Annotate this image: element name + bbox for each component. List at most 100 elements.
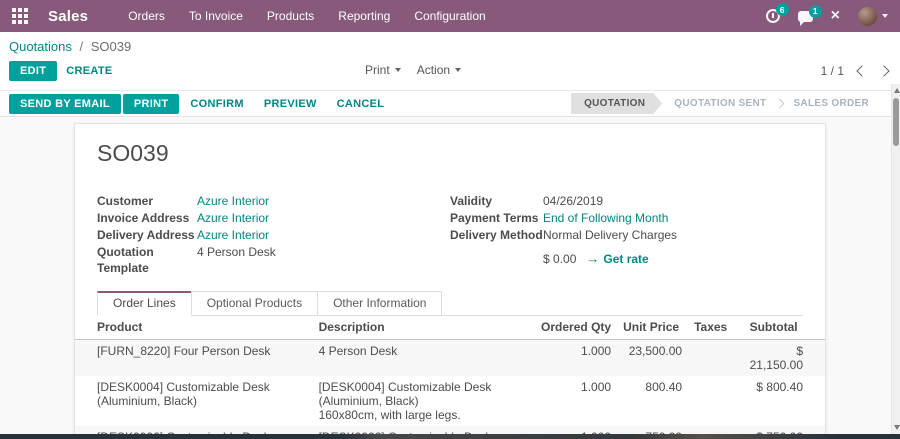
user-menu[interactable] (858, 6, 888, 26)
action-dropdown[interactable]: Action (416, 63, 462, 77)
validity-label: Validity (450, 194, 493, 208)
user-avatar (858, 6, 877, 26)
customer-value[interactable]: Azure Interior (197, 193, 269, 209)
tab-optional-products[interactable]: Optional Products (190, 291, 319, 315)
delivery-address-label: Delivery Address (97, 228, 195, 242)
description-line1: [DESK0004] Customizable Desk (Aluminium,… (318, 380, 492, 408)
get-rate-label: Get rate (603, 251, 649, 266)
chevron-down-icon (455, 68, 462, 72)
taskbar-edge (0, 434, 900, 439)
right-arrow-icon (586, 251, 599, 266)
sales-app-window: Sales Orders To Invoice Products Reporti… (0, 0, 900, 439)
breadcrumb-separator: / (79, 39, 84, 54)
pager-counter: 1 / 1 (820, 64, 844, 78)
scroll-down-arrow-icon[interactable] (894, 425, 900, 430)
cell-taxes (688, 340, 743, 377)
form-view: SO039 Customer Azure Interior Invoice Ad… (0, 117, 900, 439)
cell-subtotal: $ 800.40 (756, 380, 803, 394)
payment-terms-value[interactable]: End of Following Month (543, 210, 668, 226)
cell-unit-price: 800.40 (645, 380, 683, 394)
edit-button[interactable]: EDIT (9, 61, 58, 81)
page-title: SO039 (97, 140, 169, 166)
payment-terms-label: Payment Terms (450, 211, 539, 225)
cell-description: 4 Person Desk (313, 340, 535, 377)
cell-product: [FURN_8220] Four Person Desk (97, 344, 271, 358)
vertical-scrollbar[interactable] (891, 84, 900, 434)
print-dropdown[interactable]: Print (365, 63, 401, 77)
header-ordered-qty[interactable]: Ordered Qty (535, 316, 618, 340)
top-menu: Orders To Invoice Products Reporting Con… (116, 0, 498, 32)
breadcrumb: Quotations / SO039 (0, 32, 900, 56)
right-field-group: Validity 04/26/2019 Payment Terms End of… (450, 193, 803, 277)
print-dropdown-label: Print (365, 63, 390, 77)
description-line1: 4 Person Desk (318, 344, 398, 358)
status-step-quotation[interactable]: QUOTATION (571, 93, 662, 114)
get-rate-button[interactable]: Get rate (586, 251, 648, 266)
messages-button[interactable]: 1 (797, 4, 822, 26)
validity-value: 04/26/2019 (543, 194, 604, 208)
notebook-tabs: Order Lines Optional Products Other Info… (97, 291, 803, 316)
tab-order-lines[interactable]: Order Lines (97, 291, 192, 316)
document-sheet: SO039 Customer Azure Interior Invoice Ad… (74, 123, 826, 439)
print-button[interactable]: PRINT (122, 93, 180, 114)
cell-qty: 1.000 (581, 344, 612, 358)
create-button[interactable]: CREATE (57, 61, 121, 81)
cell-product: [DESK0004] Customizable Desk (Aluminium,… (97, 380, 270, 408)
tab-other-information[interactable]: Other Information (317, 291, 443, 315)
chevron-down-icon (882, 14, 888, 18)
table-header-row: Product Description Ordered Qty Unit Pri… (75, 316, 825, 340)
chevron-down-icon (394, 68, 401, 72)
header-product[interactable]: Product (75, 316, 313, 340)
quotation-template-value: 4 Person Desk (197, 245, 276, 259)
preview-button[interactable]: PREVIEW (255, 94, 326, 114)
confirm-button[interactable]: CONFIRM (181, 94, 252, 114)
cell-qty: 1.000 (581, 380, 612, 394)
send-by-email-button[interactable]: SEND BY EMAIL (9, 93, 121, 114)
statusbar: SEND BY EMAIL PRINT CONFIRM PREVIEW CANC… (0, 90, 900, 117)
customer-label: Customer (97, 194, 154, 208)
breadcrumb-current: SO039 (90, 39, 132, 54)
quotation-template-label: Quotation Template (97, 245, 154, 275)
table-row[interactable]: [FURN_8220] Four Person Desk 4 Person De… (75, 339, 825, 377)
pager-next-button[interactable] (878, 65, 890, 77)
delivery-method-value: Normal Delivery Charges (543, 228, 678, 242)
tools-x-icon[interactable]: × (831, 8, 840, 24)
left-field-group: Customer Azure Interior Invoice Address … (97, 193, 450, 277)
cell-taxes (688, 376, 743, 426)
header-subtotal[interactable]: Subtotal (743, 316, 825, 340)
top-navbar: Sales Orders To Invoice Products Reporti… (0, 0, 900, 32)
pager-previous-button[interactable] (856, 65, 868, 77)
activity-count-badge: 6 (775, 3, 789, 16)
order-lines-table: Product Description Ordered Qty Unit Pri… (75, 316, 825, 439)
status-step-quotation-sent[interactable]: QUOTATION SENT (662, 93, 779, 114)
header-taxes[interactable]: Taxes (688, 316, 744, 340)
app-name[interactable]: Sales (48, 8, 88, 25)
delivery-method-label: Delivery Method (450, 228, 543, 242)
cell-unit-price: 23,500.00 (628, 344, 683, 358)
cancel-button[interactable]: CANCEL (328, 94, 394, 114)
scroll-up-arrow-icon[interactable] (894, 88, 900, 93)
control-panel: Quotations / SO039 EDIT CREATE Print Act… (0, 32, 900, 90)
description-line2: 160x80cm, with large legs. (318, 408, 461, 422)
apps-menu-icon[interactable] (12, 8, 28, 24)
menu-orders[interactable]: Orders (116, 0, 177, 32)
menu-reporting[interactable]: Reporting (326, 0, 402, 32)
menu-to-invoice[interactable]: To Invoice (177, 0, 255, 32)
scrollbar-thumb[interactable] (893, 98, 899, 146)
status-step-sales-order[interactable]: SALES ORDER (781, 93, 881, 114)
cell-description: [DESK0004] Customizable Desk (Aluminium,… (313, 376, 535, 426)
invoice-address-value[interactable]: Azure Interior (197, 210, 269, 226)
cell-subtotal: $ 21,150.00 (749, 344, 803, 372)
action-dropdown-label: Action (416, 63, 451, 77)
menu-configuration[interactable]: Configuration (402, 0, 497, 32)
invoice-address-label: Invoice Address (97, 211, 190, 225)
table-row[interactable]: [DESK0004] Customizable Desk (Aluminium,… (75, 376, 825, 426)
message-count-badge: 1 (808, 4, 822, 18)
header-unit-price[interactable]: Unit Price (617, 316, 689, 340)
header-description[interactable]: Description (312, 316, 536, 340)
delivery-address-value[interactable]: Azure Interior (197, 227, 269, 243)
menu-products[interactable]: Products (255, 0, 326, 32)
breadcrumb-quotations[interactable]: Quotations (9, 39, 72, 54)
activities-button[interactable]: 6 (765, 3, 789, 23)
status-steps: QUOTATION QUOTATION SENT SALES ORDER (571, 93, 881, 114)
